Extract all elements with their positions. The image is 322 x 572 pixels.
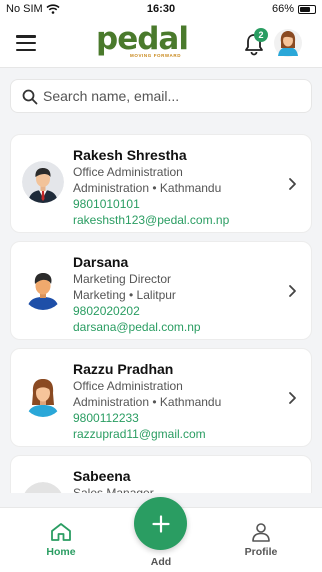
add-button[interactable] [134, 497, 187, 550]
male-avatar [22, 268, 64, 310]
contact-phone[interactable]: 9801010101 [73, 196, 283, 212]
nav-add-label: Add [150, 556, 172, 568]
contact-phone[interactable]: 9800112233 [73, 410, 283, 426]
person-icon [252, 523, 270, 542]
hamburger-menu-icon[interactable] [16, 35, 36, 51]
contact-title: Sales Manager [73, 486, 154, 493]
contact-list: Rakesh Shrestha Office Administration Ad… [0, 134, 322, 493]
search-bar [10, 79, 312, 113]
contact-email[interactable]: razzuprad11@gmail.com [73, 426, 283, 442]
plus-icon [151, 514, 170, 533]
contact-card[interactable]: Rakesh Shrestha Office Administration Ad… [10, 134, 312, 233]
battery-icon [298, 4, 316, 14]
app-header: pedal MOVING FORWARD 2 [0, 20, 322, 68]
contact-card[interactable]: Darsana Marketing Director Marketing • L… [10, 241, 312, 340]
contact-card[interactable]: Sabeena Sales Manager [10, 455, 312, 493]
contact-dept-location: Marketing • Lalitpur [73, 288, 176, 302]
contact-title: Office Administration [73, 165, 183, 179]
contact-title: Office Administration [73, 379, 183, 393]
contact-name: Rakesh Shrestha [73, 147, 187, 163]
battery-info: 66% [272, 3, 316, 15]
user-avatar[interactable] [274, 28, 302, 58]
nav-home[interactable]: Home [31, 522, 91, 558]
nav-home-label: Home [46, 546, 76, 558]
placeholder-avatar [24, 482, 62, 493]
chevron-right-icon [289, 285, 296, 297]
search-icon [22, 89, 38, 105]
home-icon [51, 523, 71, 541]
pedal-logo: pedal MOVING FORWARD [96, 21, 189, 64]
chevron-right-icon [289, 178, 296, 190]
contact-name: Darsana [73, 254, 129, 270]
male-suit-avatar [22, 161, 64, 203]
female-avatar [22, 375, 64, 417]
chevron-right-icon [289, 392, 296, 404]
contact-title: Marketing Director [73, 272, 172, 286]
contact-name: Razzu Pradhan [73, 361, 174, 377]
contact-phone[interactable]: 9802020202 [73, 303, 283, 319]
contact-dept-location: Administration • Kathmandu [73, 181, 222, 195]
nav-profile[interactable]: Profile [231, 522, 291, 558]
battery-percent: 66% [271, 3, 294, 15]
search-input[interactable] [43, 80, 303, 112]
logo-text: pedal [96, 21, 189, 57]
contact-email[interactable]: rakeshsth123@pedal.com.np [73, 212, 283, 228]
contact-email[interactable]: darsana@pedal.com.np [73, 319, 283, 335]
status-bar: No SIM 16:30 66% [0, 0, 322, 20]
contact-card[interactable]: Razzu Pradhan Office Administration Admi… [10, 348, 312, 447]
contact-dept-location: Administration • Kathmandu [73, 395, 222, 409]
logo-tagline: MOVING FORWARD [130, 53, 182, 58]
nav-profile-label: Profile [244, 546, 278, 558]
contact-name: Sabeena [73, 468, 131, 484]
notification-badge: 2 [254, 28, 268, 42]
